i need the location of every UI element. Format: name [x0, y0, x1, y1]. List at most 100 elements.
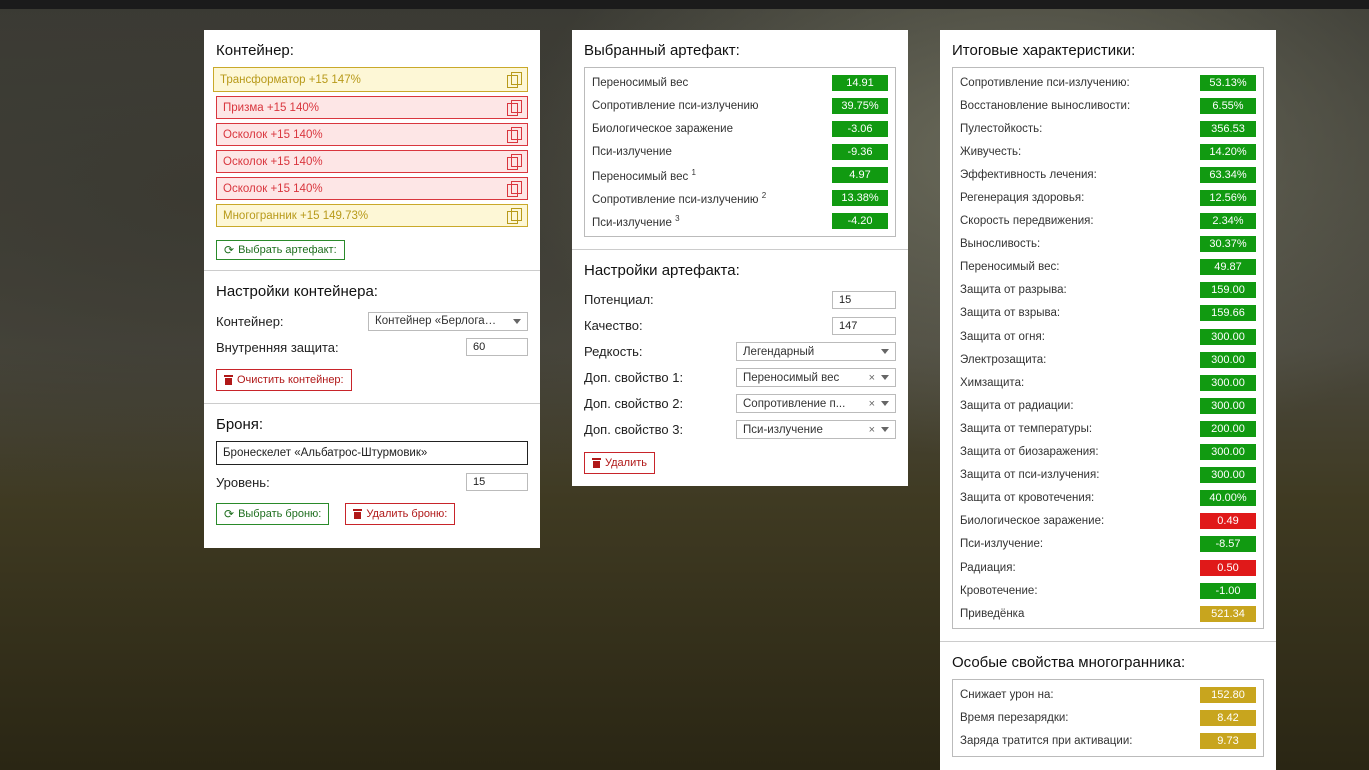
stat-row: Защита от разрыва: 159.00 [960, 279, 1256, 302]
stat-row: Защита от температуры: 200.00 [960, 417, 1256, 440]
stat-value: 300.00 [1200, 467, 1256, 484]
extra1-select[interactable]: Переносимый вес × [736, 368, 896, 388]
copy-icon[interactable] [507, 127, 522, 143]
stat-value: 152.80 [1200, 686, 1256, 703]
container-row: Контейнер: Контейнер «Берлога… [216, 308, 528, 334]
quality-input[interactable]: 147 [832, 316, 896, 335]
stat-label-text: Защита от кровотечения: [960, 492, 1095, 505]
rarity-select[interactable]: Легендарный [736, 342, 896, 362]
select-artifact-label: Выбрать артефакт: [238, 244, 337, 256]
stat-row: Переносимый вес: 49.87 [960, 256, 1256, 279]
stat-label: Пси-излучение [592, 146, 672, 158]
select-artifact-button[interactable]: ⟳ Выбрать артефакт: [216, 240, 345, 260]
stat-label: Сопротивление пси-излучению 2 [592, 191, 766, 206]
copy-icon[interactable] [507, 72, 522, 88]
clear-icon[interactable]: × [869, 424, 875, 436]
special-title: Особые свойства многогранника: [952, 654, 1186, 672]
extra1-row: Доп. свойство 1: Переносимый вес × [584, 365, 896, 391]
clear-icon[interactable]: × [869, 398, 875, 410]
stat-label-text: Скорость передвижения: [960, 215, 1094, 228]
stat-label-text: Снижает урон на: [960, 688, 1054, 701]
stat-label-text: Выносливость: [960, 238, 1041, 251]
stat-label-text: Защита от радиации: [960, 399, 1074, 412]
stat-label: Радиация: [960, 562, 1016, 574]
stat-label: Переносимый вес 1 [592, 168, 696, 183]
copy-icon[interactable] [507, 100, 522, 116]
armor-level-input[interactable]: 15 [466, 473, 528, 491]
stat-value: 49.87 [1200, 259, 1256, 276]
stat-row: Время перезарядки: 8.42 [960, 706, 1256, 729]
stat-value: 300.00 [1200, 374, 1256, 391]
clear-container-button[interactable]: Очистить контейнер: [216, 369, 352, 391]
extra3-row: Доп. свойство 3: Пси-излучение × [584, 417, 896, 443]
stat-label: Биологическое заражение [592, 123, 733, 135]
artifact-slot[interactable]: Осколок +15 140% [216, 177, 528, 200]
extra2-select-value: Сопротивление п... [743, 397, 846, 410]
rarity-row: Редкость: Легендарный [584, 339, 896, 365]
stat-label-text: Переносимый вес: [960, 261, 1060, 274]
artifact-slot-label: Осколок +15 140% [223, 182, 323, 195]
rarity-label: Редкость: [584, 344, 643, 360]
stat-row: Кровотечение: -1.00 [960, 579, 1256, 602]
select-armor-button[interactable]: ⟳ Выбрать броню: [216, 503, 330, 525]
stat-label: Пси-излучение 3 [592, 214, 680, 229]
totals-stats: Сопротивление пси-излучению: 53.13% Восста… [952, 67, 1264, 630]
stat-label-text: Пси-излучение: [960, 538, 1044, 551]
stat-label-text: Восстановление выносливости: [960, 99, 1131, 112]
container-settings-section: Настройки контейнера: Контейнер: Контейн… [204, 271, 540, 404]
delete-artifact-label: Удалить [605, 456, 647, 469]
inner-protection-input[interactable]: 60 [466, 338, 528, 356]
clear-icon[interactable]: × [869, 372, 875, 384]
copy-icon[interactable] [507, 154, 522, 170]
stat-label-text: Пулестойкость: [960, 122, 1043, 135]
stat-label: Защита от огня: [960, 331, 1045, 343]
stat-row: Переносимый вес 1 4.97 [592, 163, 888, 186]
delete-artifact-button[interactable]: Удалить [584, 451, 655, 474]
chevron-down-icon [513, 318, 521, 324]
stat-value: 53.13% [1200, 74, 1256, 91]
extra2-label: Доп. свойство 2: [584, 396, 684, 412]
stat-row: Эффективность лечения: 63.34% [960, 163, 1256, 186]
stat-value: 6.55% [1200, 97, 1256, 114]
stat-row: Сопротивление пси-излучению: 53.13% [960, 71, 1256, 94]
stat-row: Живучесть: 14.20% [960, 140, 1256, 163]
delete-armor-button[interactable]: Удалить броню: [345, 503, 456, 525]
stat-label-text: Живучесть: [960, 145, 1022, 158]
potential-input[interactable]: 15 [832, 290, 896, 309]
artifact-settings-section: Настройки артефакта: Потенциал: 15 Качес… [572, 250, 908, 486]
artifact-slot[interactable]: Призма +15 140% [216, 96, 528, 119]
extra2-select[interactable]: Сопротивление п... × [736, 394, 896, 414]
stat-label: Защита от радиации: [960, 400, 1074, 412]
artifact-slot[interactable]: Трансформатор +15 147% [213, 67, 528, 92]
stat-label: Выносливость: [960, 238, 1040, 250]
container-section: Контейнер: Трансформатор +15 147% Призма … [204, 30, 540, 271]
stat-value: 8.42 [1200, 709, 1256, 726]
stat-label-text: Защита от взрыва: [960, 307, 1061, 320]
stat-label: Регенерация здоровья: [960, 192, 1084, 204]
copy-icon[interactable] [507, 181, 522, 197]
stat-label-text: Защита от биозаражения: [960, 446, 1099, 459]
stat-row: Защита от пси-излучения: 300.00 [960, 464, 1256, 487]
stat-row: Регенерация здоровья: 12.56% [960, 186, 1256, 209]
artifact-stats: Переносимый вес 14.91 Сопротивление пси-из… [584, 67, 896, 237]
refresh-icon: ⟳ [224, 243, 235, 257]
artifact-slot[interactable]: Многогранник +15 149.73% [216, 204, 528, 227]
stat-row: Переносимый вес 14.91 [592, 71, 888, 94]
container-label: Контейнер: [216, 313, 284, 329]
container-settings-title: Настройки контейнера: [216, 283, 378, 300]
container-title: Контейнер: [216, 42, 294, 59]
container-select[interactable]: Контейнер «Берлога… [368, 311, 528, 331]
artifact-slot-label: Трансформатор +15 147% [220, 73, 361, 86]
extra2-row: Доп. свойство 2: Сопротивление п... × [584, 391, 896, 417]
stat-label: Переносимый вес: [960, 261, 1060, 273]
artifact-slot[interactable]: Осколок +15 140% [216, 150, 528, 173]
inner-protection-value: 60 [473, 341, 486, 353]
stat-label-text: Заряда тратится при активации: [960, 734, 1133, 747]
artifact-slot[interactable]: Осколок +15 140% [216, 123, 528, 146]
stat-row: Электрозащита: 300.00 [960, 348, 1256, 371]
armor-field[interactable]: Бронескелет «Альбатрос-Штурмовик» [216, 441, 528, 465]
extra3-select[interactable]: Пси-излучение × [736, 420, 896, 440]
stat-value: 300.00 [1200, 351, 1256, 368]
copy-icon[interactable] [507, 208, 522, 224]
special-stats: Снижает урон на: 152.80 Время перезарядки:… [952, 679, 1264, 757]
